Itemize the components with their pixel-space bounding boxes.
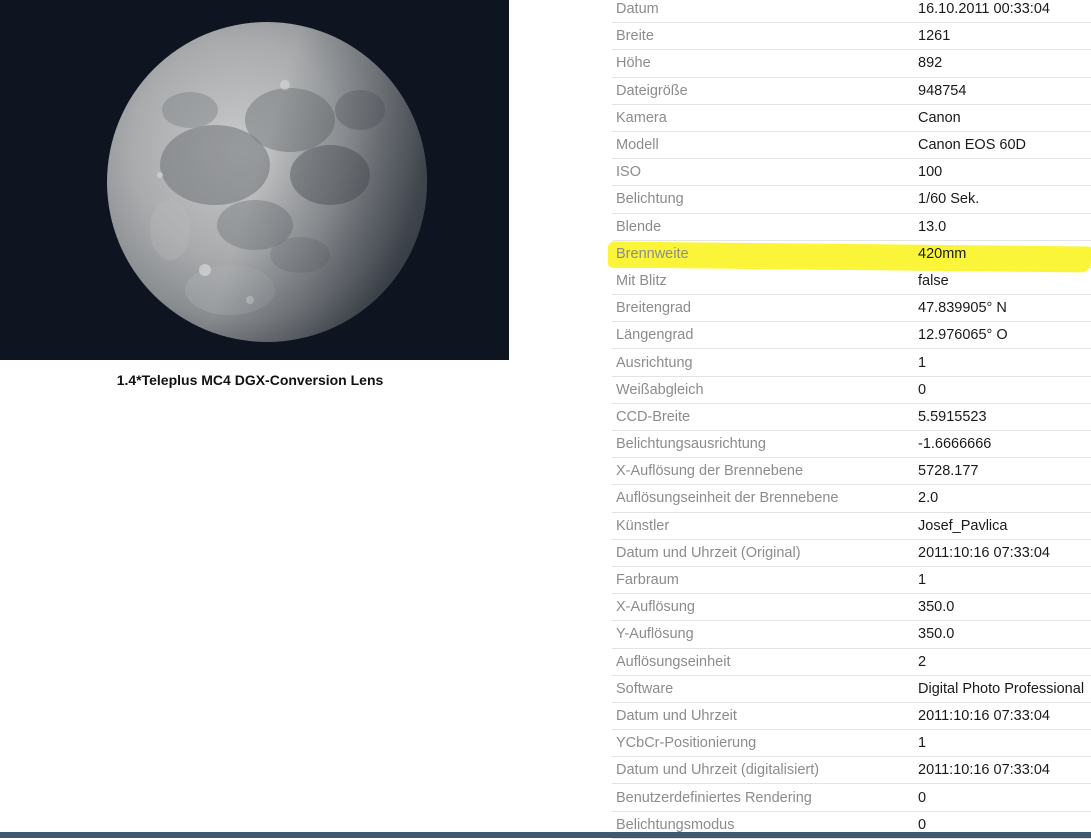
- exif-key: Datum und Uhrzeit: [612, 702, 914, 731]
- exif-row: X-Auflösung 350.0: [612, 593, 1091, 622]
- exif-row: Software Digital Photo Professional: [612, 675, 1091, 703]
- exif-row: Höhe 892: [612, 49, 1091, 78]
- exif-row: Modell Canon EOS 60D: [612, 131, 1091, 160]
- exif-key: Auflösungseinheit: [612, 648, 914, 676]
- exif-row: X-Auflösung der Brennebene 5728.177: [612, 457, 1091, 486]
- exif-key: Breitengrad: [612, 294, 914, 323]
- exif-row: Ausrichtung 1: [612, 348, 1091, 377]
- exif-key: Ausrichtung: [612, 348, 914, 377]
- exif-key: Modell: [612, 131, 914, 160]
- exif-row: Y-Auflösung 350.0: [612, 620, 1091, 649]
- exif-key: X-Auflösung der Brennebene: [612, 457, 914, 486]
- exif-key: ISO: [612, 158, 914, 187]
- exif-row: ISO 100: [612, 158, 1091, 187]
- exif-value: 13.0: [914, 213, 1091, 241]
- exif-key: Benutzerdefiniertes Rendering: [612, 783, 914, 812]
- exif-row: Dateigröße 948754: [612, 77, 1091, 105]
- exif-key: Software: [612, 675, 914, 703]
- exif-row: Datum und Uhrzeit (digitalisiert) 2011:10…: [612, 756, 1091, 785]
- exif-row: Belichtungsausrichtung -1.6666666: [612, 430, 1091, 459]
- exif-key: X-Auflösung: [612, 593, 914, 622]
- exif-value: 350.0: [914, 593, 1091, 622]
- photo-caption: 1.4*Teleplus MC4 DGX-Conversion Lens: [116, 372, 384, 388]
- exif-key: Künstler: [612, 512, 914, 540]
- exif-row: Benutzerdefiniertes Rendering 0: [612, 783, 1091, 812]
- exif-key: Dateigröße: [612, 77, 914, 105]
- exif-row: CCD-Breite 5.5915523: [612, 403, 1091, 432]
- exif-key: Datum und Uhrzeit (digitalisiert): [612, 756, 914, 785]
- exif-value: 100: [914, 158, 1091, 187]
- exif-value: 2.0: [914, 484, 1091, 513]
- exif-value: 1/60 Sek.: [914, 185, 1091, 214]
- exif-key: Höhe: [612, 49, 914, 78]
- exif-value: Canon EOS 60D: [914, 131, 1091, 160]
- exif-row: Breitengrad 47.839905° N: [612, 294, 1091, 323]
- exif-row: Längengrad 12.976065° O: [612, 321, 1091, 350]
- exif-value: 5728.177: [914, 457, 1091, 486]
- exif-row: Kamera Canon: [612, 104, 1091, 132]
- exif-value: 47.839905° N: [914, 294, 1091, 323]
- exif-key: Kamera: [612, 104, 914, 132]
- exif-row: Farbraum 1: [612, 566, 1091, 595]
- exif-key: Datum und Uhrzeit (Original): [612, 539, 914, 567]
- exif-row: Mit Blitz false: [612, 267, 1091, 296]
- exif-key: Längengrad: [612, 321, 914, 350]
- exif-value: 892: [914, 49, 1091, 78]
- exif-value: 0: [914, 783, 1091, 812]
- exif-value: Josef_Pavlica: [914, 512, 1091, 540]
- exif-value: 2011:10:16 07:33:04: [914, 756, 1091, 785]
- exif-value: 16.10.2011 00:33:04: [914, 0, 1091, 24]
- exif-value: Digital Photo Professional: [914, 675, 1091, 703]
- exif-value: 12.976065° O: [914, 321, 1091, 350]
- exif-value: 2011:10:16 07:33:04: [914, 702, 1091, 731]
- exif-row: YCbCr-Positionierung 1: [612, 729, 1091, 758]
- exif-key: Belichtungsmodus: [612, 811, 914, 839]
- exif-row: Belichtung 1/60 Sek.: [612, 185, 1091, 214]
- exif-value: 2011:10:16 07:33:04: [914, 539, 1091, 567]
- exif-key: Mit Blitz: [612, 267, 914, 296]
- exif-key: Belichtung: [612, 185, 914, 214]
- exif-row: Datum und Uhrzeit 2011:10:16 07:33:04: [612, 702, 1091, 731]
- exif-value: 420mm: [914, 240, 1091, 268]
- exif-value: Canon: [914, 104, 1091, 132]
- exif-row: Auflösungseinheit der Brennebene 2.0: [612, 484, 1091, 513]
- exif-row: Auflösungseinheit 2: [612, 648, 1091, 676]
- exif-key: Belichtungsausrichtung: [612, 430, 914, 459]
- exif-value: 1: [914, 348, 1091, 377]
- moon-photo: [0, 0, 509, 360]
- exif-row: Datum 16.10.2011 00:33:04: [612, 0, 1091, 24]
- moon-image: [0, 0, 509, 360]
- exif-value: 0: [914, 376, 1091, 404]
- exif-table: Datum 16.10.2011 00:33:04 Breite 1261 Höhe 89…: [612, 0, 1091, 839]
- exif-key: Auflösungseinheit der Brennebene: [612, 484, 914, 513]
- exif-key: Weißabgleich: [612, 376, 914, 404]
- exif-row: Brennweite 420mm: [612, 240, 1091, 268]
- exif-key: CCD-Breite: [612, 403, 914, 432]
- exif-row: Künstler Josef_Pavlica: [612, 512, 1091, 540]
- exif-value: 1: [914, 729, 1091, 758]
- exif-key: Breite: [612, 22, 914, 51]
- exif-value: 1261: [914, 22, 1091, 51]
- exif-value: 948754: [914, 77, 1091, 105]
- exif-key: Y-Auflösung: [612, 620, 914, 649]
- exif-key: YCbCr-Positionierung: [612, 729, 914, 758]
- exif-value: 2: [914, 648, 1091, 676]
- exif-value: 1: [914, 566, 1091, 595]
- exif-value: 5.5915523: [914, 403, 1091, 432]
- exif-key: Brennweite: [612, 240, 914, 268]
- exif-value: false: [914, 267, 1091, 296]
- exif-row: Datum und Uhrzeit (Original) 2011:10:16 0…: [612, 539, 1091, 567]
- exif-value: 350.0: [914, 620, 1091, 649]
- exif-key: Datum: [612, 0, 914, 24]
- exif-value: 0: [914, 811, 1091, 839]
- exif-row: Weißabgleich 0: [612, 376, 1091, 404]
- exif-key: Blende: [612, 213, 914, 241]
- exif-row: Breite 1261: [612, 22, 1091, 51]
- exif-key: Farbraum: [612, 566, 914, 595]
- exif-row: Belichtungsmodus 0: [612, 811, 1091, 839]
- exif-row: Blende 13.0: [612, 213, 1091, 241]
- exif-value: -1.6666666: [914, 430, 1091, 459]
